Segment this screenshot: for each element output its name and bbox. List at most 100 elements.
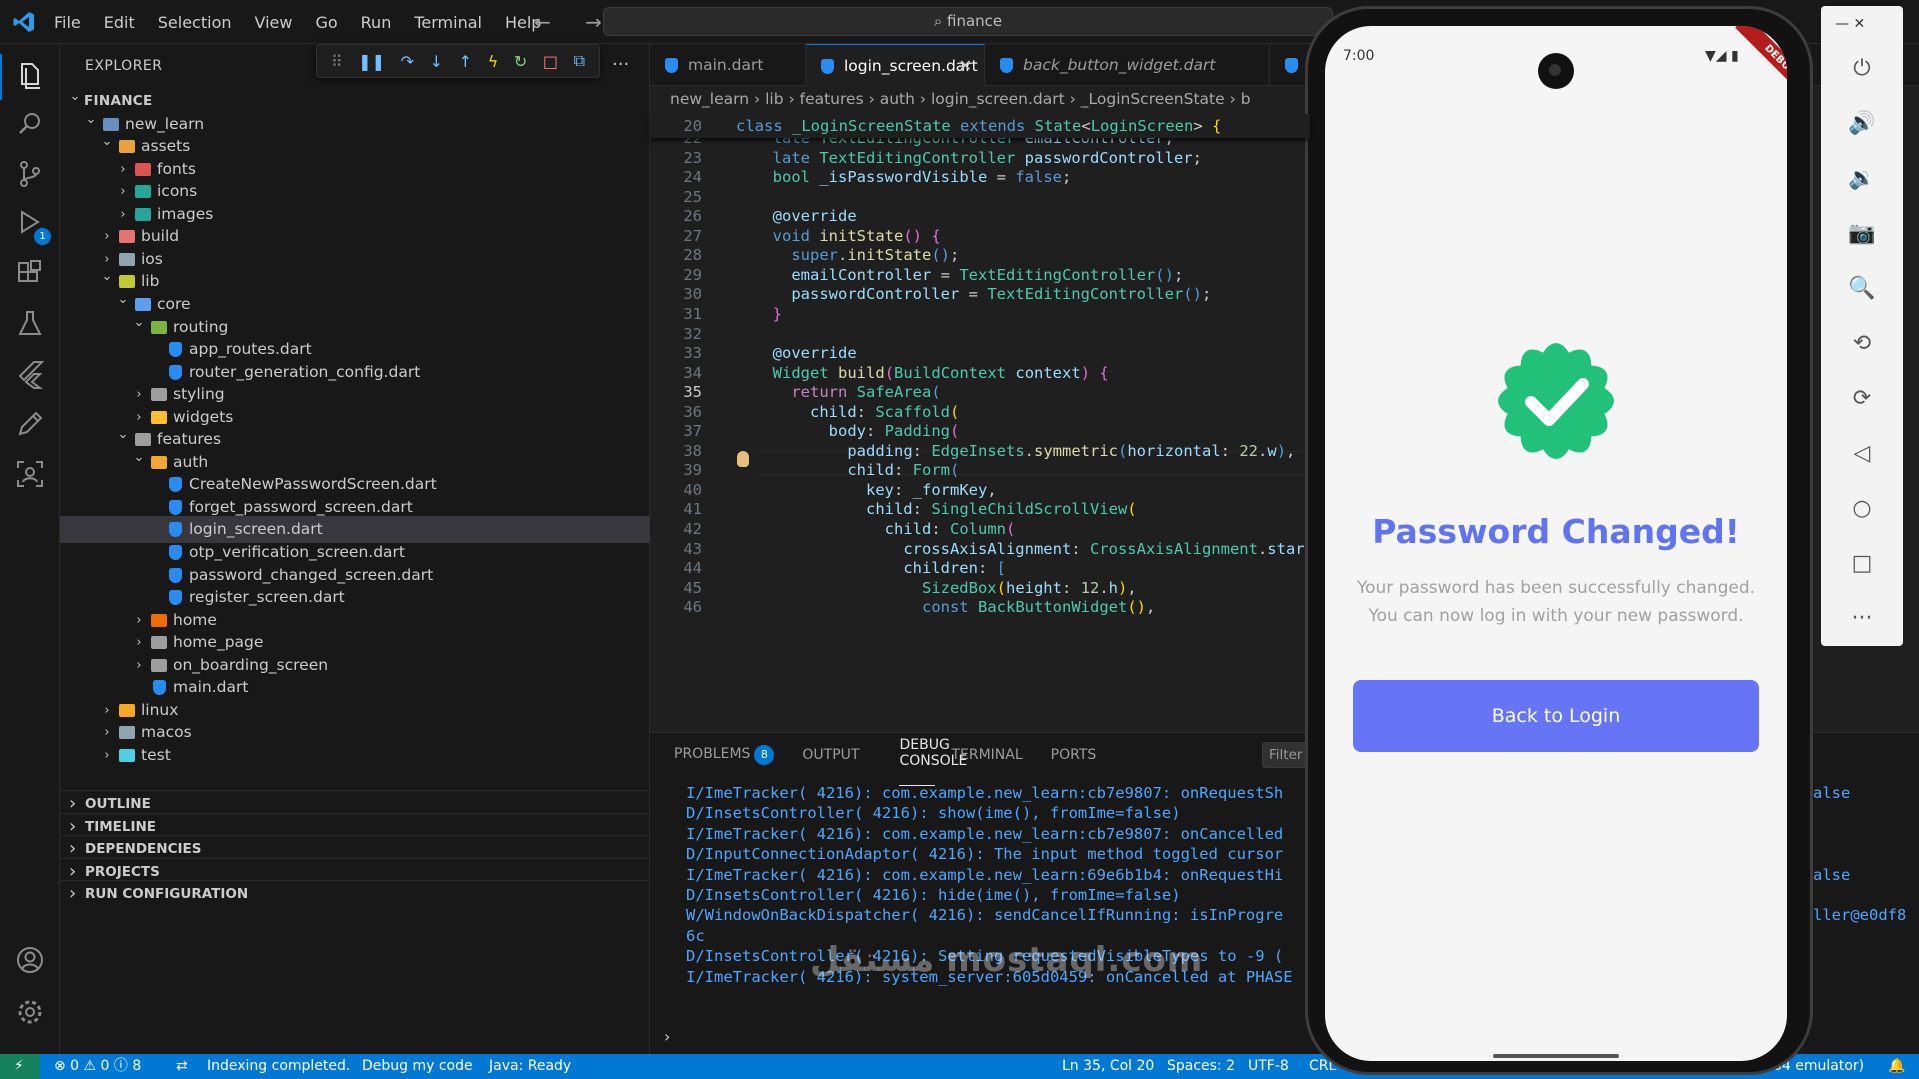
menu-item-edit[interactable]: Edit <box>104 13 135 32</box>
dart-file-icon <box>169 364 182 380</box>
folder-icon <box>151 388 167 402</box>
console-line-overflow: ller@e0df8 <box>1813 906 1907 924</box>
menu-item-run[interactable]: Run <box>361 13 392 32</box>
back-nav-icon[interactable]: ◁ <box>1821 441 1903 466</box>
search-icon[interactable] <box>12 106 48 142</box>
step-into-icon[interactable]: ↓ <box>430 52 443 71</box>
zoom-icon[interactable]: 🔍 <box>1821 276 1903 301</box>
debug-my-code-status[interactable]: Debug my code <box>362 1054 473 1079</box>
tab-main-dart[interactable]: main.dart <box>650 44 806 86</box>
menu-item-terminal[interactable]: Terminal <box>414 13 482 32</box>
cursor-position[interactable]: Ln 35, Col 20 <box>1062 1054 1154 1079</box>
run-debug-icon[interactable]: 1 <box>12 206 51 245</box>
more-actions-button[interactable]: ··· <box>612 54 629 75</box>
panel-tab-problems[interactable]: PROBLEMS 8 <box>674 745 775 765</box>
more-icon[interactable]: ··· <box>1821 606 1903 631</box>
menu-item-selection[interactable]: Selection <box>158 13 232 32</box>
folder-icon <box>135 207 151 221</box>
folder-icon <box>135 162 151 176</box>
folder-icon <box>119 703 135 717</box>
overview-nav-icon[interactable]: □ <box>1821 551 1903 576</box>
step-out-icon[interactable]: ↑ <box>459 52 472 71</box>
panel-tab-ports[interactable]: PORTS <box>1051 747 1097 763</box>
code-editor[interactable]: 22 late TextEditingController emailContr… <box>650 114 1310 730</box>
folder-item[interactable]: › test <box>60 742 650 769</box>
explorer-title: EXPLORER <box>85 58 163 74</box>
emulator-window-controls[interactable]: — ✕ <box>1835 16 1865 32</box>
problems-badge: 8 <box>754 745 775 765</box>
account-icon[interactable] <box>12 942 48 978</box>
command-center-search[interactable]: ⌕ finance <box>603 7 1333 36</box>
menu-bar: File Edit Selection View Go Run Terminal Help <box>54 0 564 44</box>
section-run-configuration[interactable]: RUN CONFIGURATION <box>60 880 650 907</box>
pen-tool-icon[interactable] <box>12 406 48 442</box>
power-icon[interactable]: ⏻ <box>1821 56 1903 81</box>
folder-icon <box>119 748 135 762</box>
pause-icon[interactable]: ❚❚ <box>358 52 385 71</box>
sticky-scroll-header[interactable]: 20 class _LoginScreenState extends State<… <box>650 114 1310 138</box>
panel-tab-label: OUTPUT <box>802 747 860 763</box>
menu-item-go[interactable]: Go <box>315 13 337 32</box>
folder-icon <box>135 185 151 199</box>
password-changed-title: Password Changed! <box>1372 512 1740 551</box>
volume-up-icon[interactable]: 🔊 <box>1821 111 1903 136</box>
folder-icon <box>151 410 167 424</box>
step-over-icon[interactable]: ↷ <box>401 52 414 71</box>
dart-file-icon <box>169 567 182 583</box>
chevron-down-icon: ⌄ <box>101 134 113 150</box>
camera-cutout <box>1538 53 1574 89</box>
message-line-2: You can now log in with your new passwor… <box>1368 606 1744 626</box>
code-line[interactable]: 46 const BackButtonWidget(), <box>650 595 1310 619</box>
drag-handle-icon[interactable]: ⠿ <box>331 52 343 71</box>
password-changed-message: Your password has been successfully chan… <box>1345 574 1767 630</box>
folder-icon <box>119 252 135 266</box>
console-line-overflow: alse <box>1813 784 1851 802</box>
tab-login_screen-dart[interactable]: login_screen.dart ✕ <box>806 44 985 86</box>
restart-icon[interactable]: ↻ <box>514 52 527 71</box>
explorer-sidebar: EXPLORER ··· ⌄ FINANCE ⌄ new_learn ⌄ assets › f… <box>60 44 650 1054</box>
flutter-icon[interactable] <box>12 356 48 392</box>
panel-tab-output[interactable]: OUTPUT <box>802 747 859 763</box>
home-indicator[interactable] <box>1493 1054 1619 1058</box>
hot-reload-icon[interactable]: ϟ <box>488 52 499 71</box>
message-line-1: Your password has been successfully chan… <box>1356 578 1756 598</box>
lightbulb-icon[interactable] <box>737 451 749 467</box>
panel-tab-debug-console[interactable]: DEBUG CONSOLE <box>899 737 967 786</box>
mostaql-watermark: مستقل mostaql.com <box>810 940 1204 980</box>
panel-tab-terminal[interactable]: TERMINAL <box>951 747 1022 763</box>
camera-icon[interactable]: 📷 <box>1821 221 1903 246</box>
inspector-icon[interactable]: ⧉ <box>574 51 585 71</box>
home-nav-icon[interactable]: ○ <box>1821 496 1903 521</box>
back-to-login-button[interactable]: Back to Login <box>1353 680 1759 752</box>
notifications-icon[interactable]: 🔔 <box>1888 1054 1905 1079</box>
chevron-down-icon: ⌄ <box>117 427 129 443</box>
menu-item-file[interactable]: File <box>54 13 81 32</box>
close-icon[interactable]: ✕ <box>959 45 972 87</box>
indentation-status[interactable]: Spaces: 2 <box>1167 1054 1235 1079</box>
indexing-status: Indexing completed. <box>207 1058 351 1074</box>
explorer-icon[interactable] <box>12 58 48 94</box>
search-icon: ⌕ <box>933 12 948 30</box>
remote-scan-icon[interactable] <box>12 456 48 492</box>
rotate-left-icon[interactable]: ⟲ <box>1821 331 1903 356</box>
volume-down-icon[interactable]: 🔉 <box>1821 166 1903 191</box>
line-number: 46 <box>683 598 702 617</box>
console-prompt[interactable]: › <box>664 1027 670 1046</box>
breadcrumb[interactable]: new_learn › lib › features › auth › logi… <box>670 90 1251 108</box>
remote-indicator[interactable]: ⚡ <box>0 1054 40 1079</box>
tab-back_button_widget-dart[interactable]: back_button_widget.dart <box>985 44 1270 86</box>
menu-item-view[interactable]: View <box>255 13 293 32</box>
dart-file-icon <box>169 499 182 515</box>
source-control-icon[interactable] <box>12 156 48 192</box>
stop-icon[interactable]: □ <box>543 52 558 71</box>
testing-flask-icon[interactable] <box>12 306 48 342</box>
verified-check-icon <box>1498 343 1614 459</box>
extensions-icon[interactable] <box>12 256 48 292</box>
chevron-down-icon: ⌄ <box>133 314 145 330</box>
rotate-right-icon[interactable]: ⟳ <box>1821 386 1903 411</box>
encoding-status[interactable]: UTF-8 <box>1248 1054 1289 1079</box>
problems-status[interactable]: ⊗ 0 ⚠ 0 ⓘ 8 <box>54 1054 141 1079</box>
command-center-label: finance <box>947 12 1003 30</box>
java-status[interactable]: Java: Ready <box>489 1054 571 1079</box>
settings-gear-icon[interactable] <box>12 994 48 1030</box>
